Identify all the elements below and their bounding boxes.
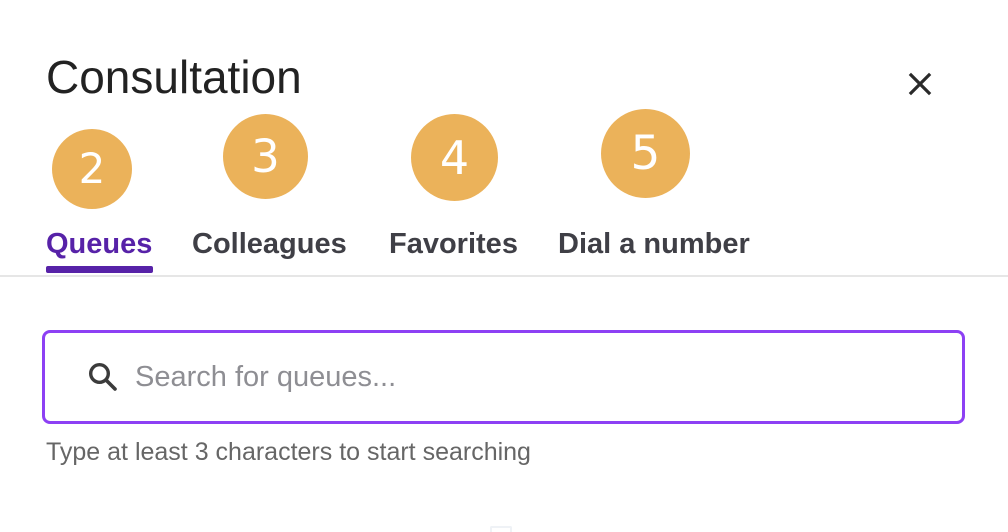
- tab-dial-a-number[interactable]: Dial a number: [558, 213, 750, 275]
- tab-label-dial-a-number: Dial a number: [558, 228, 750, 260]
- tab-divider: [0, 275, 1008, 277]
- search-field[interactable]: [42, 330, 965, 424]
- tab-number-badge-favorites: 4: [411, 114, 498, 201]
- search-icon: [84, 358, 122, 396]
- tab-label-favorites: Favorites: [389, 228, 518, 260]
- tab-number-badge-queues: 2: [52, 129, 132, 209]
- consultation-dialog: Consultation 2 3 4 5 Queues Colleagues F…: [0, 0, 1008, 532]
- search-helper-text: Type at least 3 characters to start sear…: [46, 438, 531, 466]
- close-button[interactable]: [902, 66, 938, 102]
- search-input[interactable]: [135, 352, 895, 402]
- tab-label-queues: Queues: [46, 228, 153, 260]
- dialog-title: Consultation: [46, 51, 302, 103]
- tab-colleagues[interactable]: Colleagues: [192, 213, 347, 275]
- close-icon: [908, 72, 932, 96]
- tab-favorites[interactable]: Favorites: [389, 213, 518, 275]
- active-tab-indicator: [46, 266, 153, 273]
- bottom-partial-icon: [490, 526, 512, 532]
- tab-number-badge-colleagues: 3: [223, 114, 308, 199]
- tab-number-badge-dial-a-number: 5: [601, 109, 690, 198]
- tab-label-colleagues: Colleagues: [192, 228, 347, 260]
